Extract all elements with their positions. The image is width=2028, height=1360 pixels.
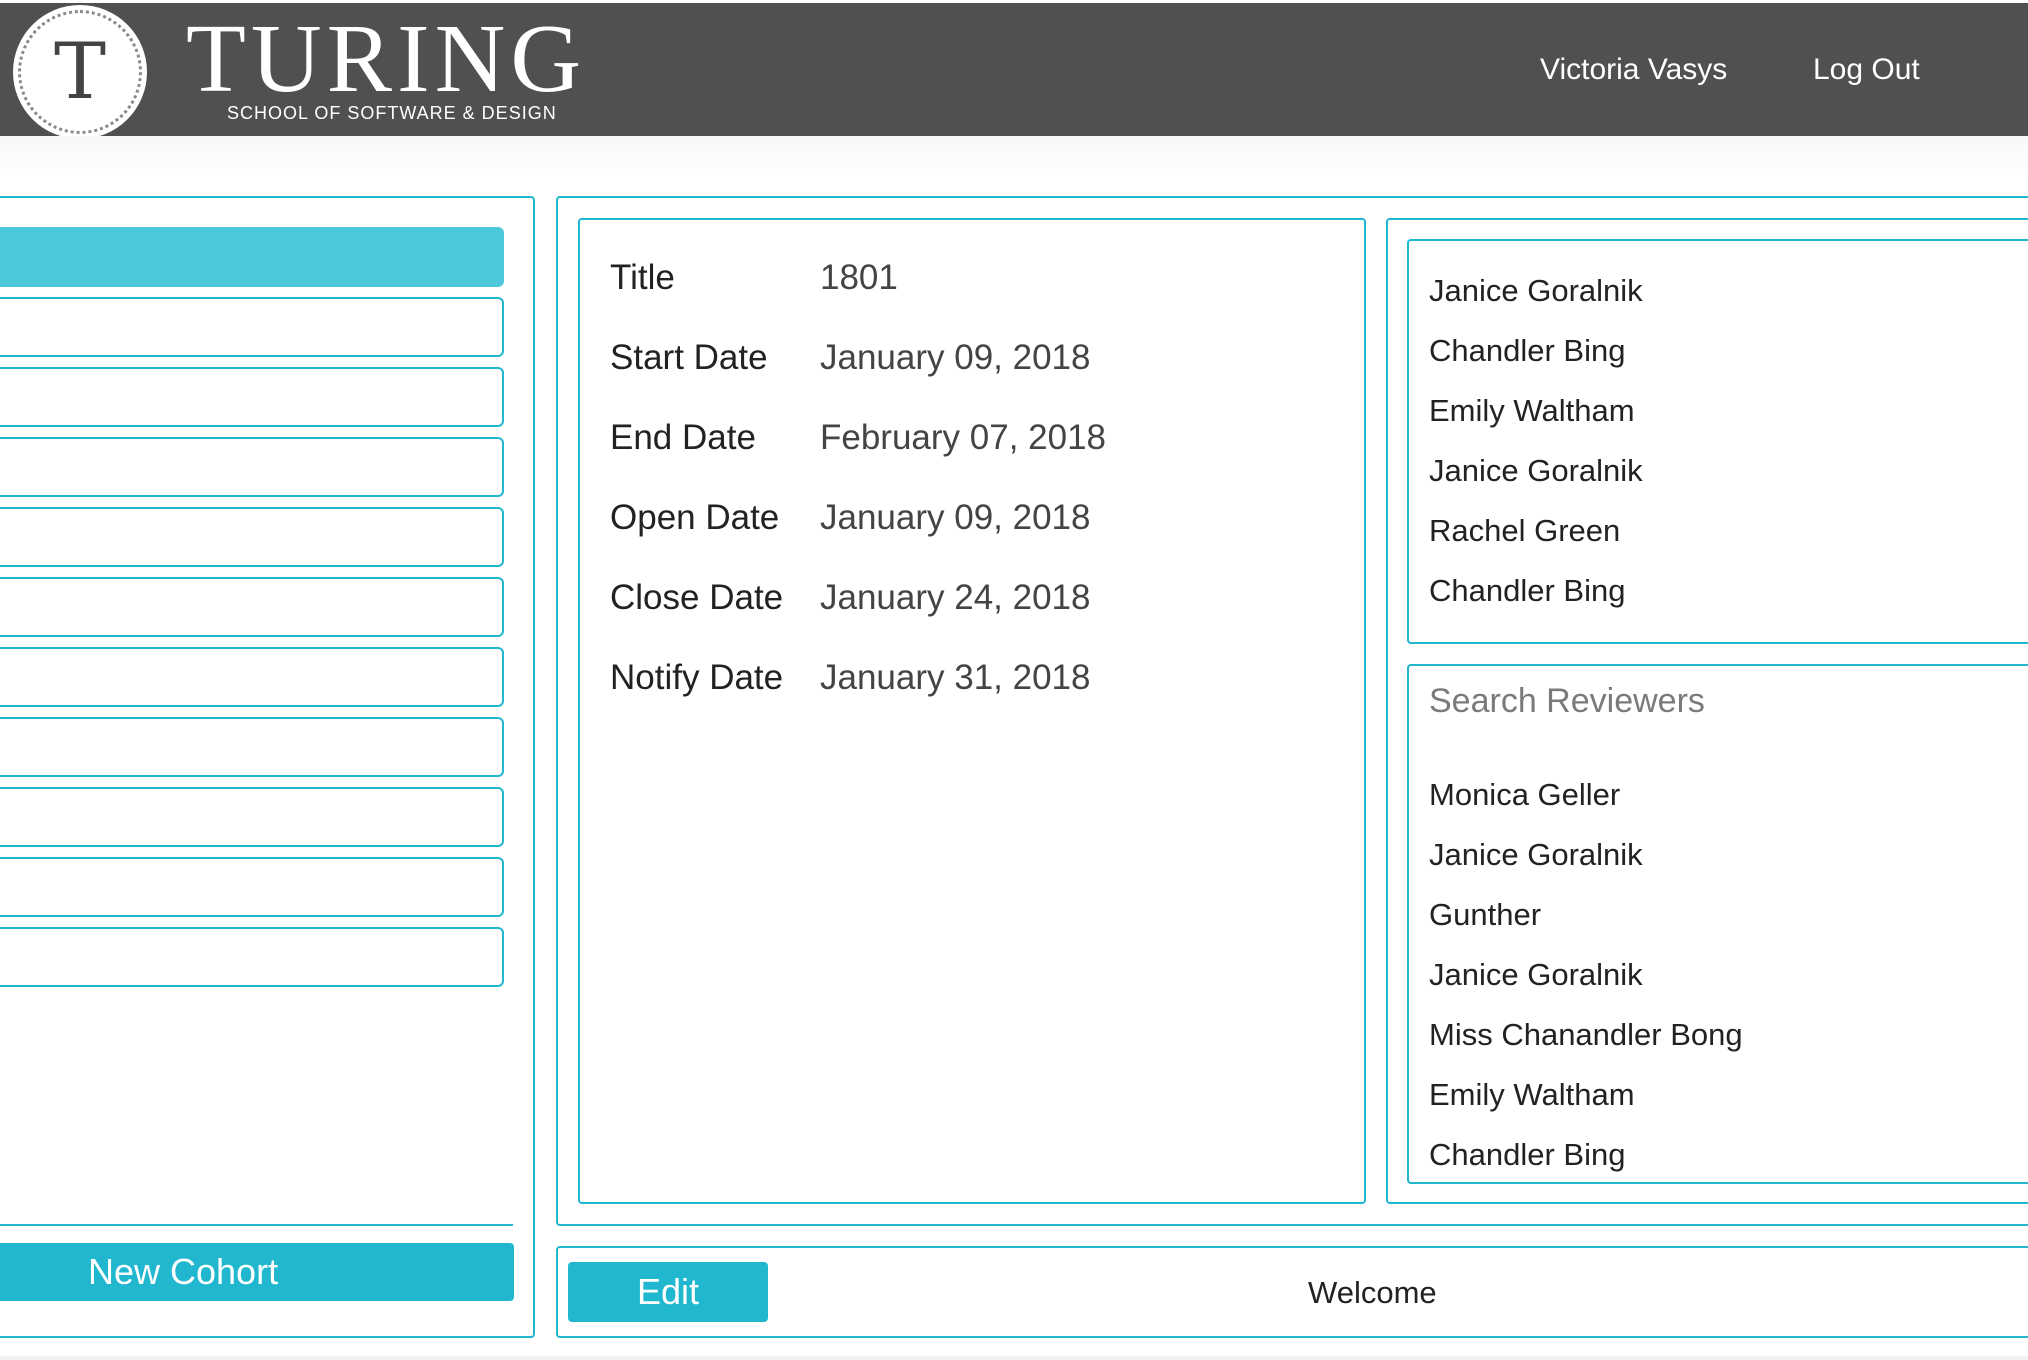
action-bar — [556, 1246, 2028, 1338]
assigned-reviewer-item[interactable]: Janice Goralnik — [1429, 273, 1643, 309]
new-cohort-button[interactable]: New Cohort — [0, 1243, 514, 1301]
sidebar-divider — [0, 1224, 513, 1226]
cohort-list-item[interactable] — [0, 927, 504, 987]
assigned-reviewer-item[interactable]: Rachel Green — [1429, 513, 1620, 549]
cohort-list-item-active[interactable] — [0, 227, 504, 287]
cohort-list-item[interactable] — [0, 437, 504, 497]
assigned-reviewer-item[interactable]: Chandler Bing — [1429, 573, 1625, 609]
detail-label: Start Date — [610, 338, 768, 377]
detail-row-close-date: Close Date January 24, 2018 — [610, 578, 1310, 628]
detail-row-title: Title 1801 — [610, 258, 1310, 308]
assigned-reviewer-item[interactable]: Janice Goralnik — [1429, 453, 1643, 489]
cohort-list-item[interactable] — [0, 647, 504, 707]
cohort-list-item[interactable] — [0, 297, 504, 357]
brand-name[interactable]: TURING — [186, 9, 586, 109]
cohort-list-item[interactable] — [0, 577, 504, 637]
cohort-list-item[interactable] — [0, 507, 504, 567]
detail-value: January 09, 2018 — [820, 338, 1091, 377]
top-header: T TURING SCHOOL OF SOFTWARE & DESIGN Vic… — [0, 3, 2028, 139]
available-reviewer-item[interactable]: Janice Goralnik — [1429, 957, 1643, 993]
cohort-list-item[interactable] — [0, 857, 504, 917]
page-bottom-edge — [0, 1356, 2028, 1360]
assigned-reviewer-item[interactable]: Chandler Bing — [1429, 333, 1625, 369]
detail-label: Open Date — [610, 498, 780, 537]
brand-subtitle: SCHOOL OF SOFTWARE & DESIGN — [227, 103, 557, 123]
available-reviewer-item[interactable]: Monica Geller — [1429, 777, 1620, 813]
welcome-message: Welcome — [1308, 1275, 1437, 1310]
available-reviewer-item[interactable]: Miss Chanandler Bong — [1429, 1017, 1743, 1053]
detail-row-start-date: Start Date January 09, 2018 — [610, 338, 1310, 388]
detail-label: Title — [610, 258, 675, 297]
detail-label: End Date — [610, 418, 756, 457]
detail-value: January 09, 2018 — [820, 498, 1091, 537]
logo-letter: T — [53, 27, 107, 117]
cohort-list-item[interactable] — [0, 787, 504, 847]
detail-value: February 07, 2018 — [820, 418, 1107, 457]
cohort-list-item[interactable] — [0, 717, 504, 777]
detail-row-notify-date: Notify Date January 31, 2018 — [610, 658, 1310, 708]
detail-value: January 31, 2018 — [820, 658, 1091, 697]
detail-value: January 24, 2018 — [820, 578, 1091, 617]
detail-value: 1801 — [820, 258, 898, 297]
available-reviewer-item[interactable]: Chandler Bing — [1429, 1137, 1625, 1173]
current-user-name[interactable]: Victoria Vasys — [1540, 53, 1727, 87]
logout-link[interactable]: Log Out — [1813, 53, 1920, 87]
turing-logo-seal[interactable]: T — [13, 5, 147, 139]
cohort-list-item[interactable] — [0, 367, 504, 427]
available-reviewer-item[interactable]: Janice Goralnik — [1429, 837, 1643, 873]
edit-button[interactable]: Edit — [568, 1262, 768, 1322]
header-shadow — [0, 136, 2028, 176]
detail-row-end-date: End Date February 07, 2018 — [610, 418, 1310, 468]
search-reviewers-input[interactable] — [1419, 676, 2019, 726]
available-reviewer-item[interactable]: Gunther — [1429, 897, 1541, 933]
detail-label: Close Date — [610, 578, 784, 617]
detail-label: Notify Date — [610, 658, 784, 697]
available-reviewer-item[interactable]: Emily Waltham — [1429, 1077, 1635, 1113]
detail-row-open-date: Open Date January 09, 2018 — [610, 498, 1310, 548]
assigned-reviewer-item[interactable]: Emily Waltham — [1429, 393, 1635, 429]
